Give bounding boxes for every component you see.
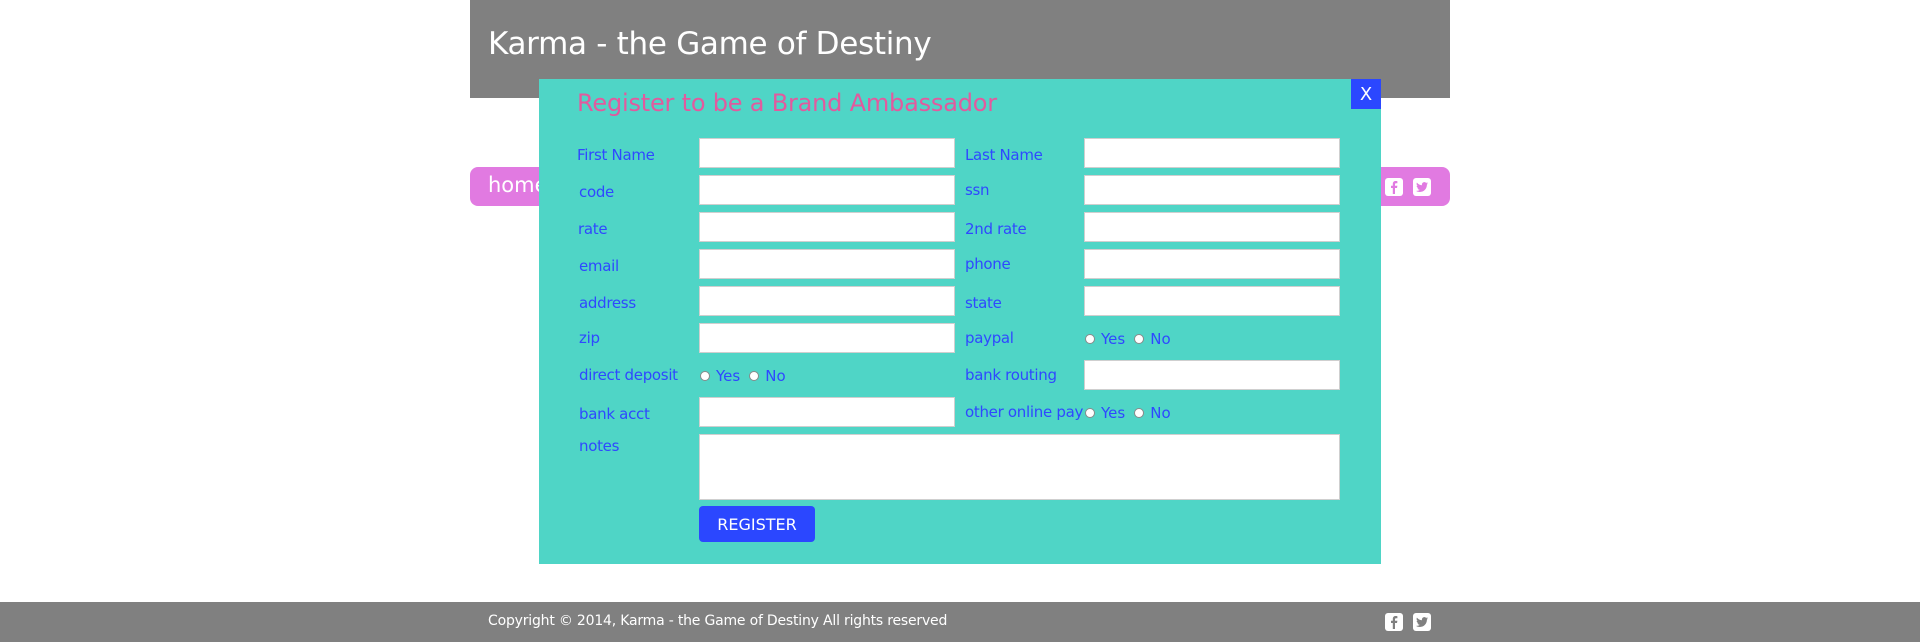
other-online-pay-no-label: No [1150,404,1171,422]
state-field[interactable] [1084,286,1340,316]
register-button[interactable]: REGISTER [699,506,815,542]
bank-routing-field[interactable] [1084,360,1340,390]
phone-field[interactable] [1084,249,1340,279]
direct-deposit-yes-label: Yes [716,367,741,385]
notes-field[interactable] [699,434,1340,500]
second-rate-field[interactable] [1084,212,1340,242]
zip-field[interactable] [699,323,955,353]
site-footer: Copyright © 2014, Karma - the Game of De… [0,602,1920,642]
paypal-no-label: No [1150,330,1171,348]
last-name-field[interactable] [1084,138,1340,168]
code-label: code [579,183,614,201]
twitter-icon[interactable] [1413,178,1431,196]
modal-title: Register to be a Brand Ambassador [577,89,997,117]
bank-acct-label: bank acct [579,405,650,423]
paypal-yes-label: Yes [1101,330,1126,348]
nav-social-links [1385,178,1431,196]
other-online-pay-no-radio[interactable] [1134,408,1145,418]
facebook-icon[interactable] [1385,613,1403,631]
state-label: state [965,294,1002,312]
address-label: address [579,294,636,312]
phone-label: phone [965,255,1011,273]
code-field[interactable] [699,175,955,205]
footer-social-links [1385,613,1431,631]
paypal-label: paypal [965,329,1014,347]
rate-label: rate [578,220,608,238]
facebook-icon[interactable] [1385,178,1403,196]
first-name-field[interactable] [699,138,955,168]
direct-deposit-no-radio[interactable] [749,371,760,381]
twitter-icon[interactable] [1413,613,1431,631]
other-online-pay-label: other online pay [965,403,1084,421]
first-name-label: First Name [577,146,655,164]
site-title: Karma - the Game of Destiny [488,26,932,62]
notes-label: notes [579,437,620,455]
direct-deposit-radio-group: Yes No [700,367,795,385]
register-modal: X Register to be a Brand Ambassador Firs… [539,79,1381,564]
address-field[interactable] [699,286,955,316]
bank-acct-field[interactable] [699,397,955,427]
email-label: email [579,257,619,275]
other-online-pay-radio-group: Yes No [1085,404,1180,422]
ssn-label: ssn [965,181,990,199]
zip-label: zip [579,329,600,347]
copyright-text: Copyright © 2014, Karma - the Game of De… [488,613,948,629]
direct-deposit-label: direct deposit [579,366,678,384]
ssn-field[interactable] [1084,175,1340,205]
email-field[interactable] [699,249,955,279]
paypal-radio-group: Yes No [1085,330,1180,348]
direct-deposit-no-label: No [765,367,786,385]
paypal-no-radio[interactable] [1134,334,1145,344]
second-rate-label: 2nd rate [965,220,1027,238]
bank-routing-label: bank routing [965,366,1057,384]
other-online-pay-yes-label: Yes [1101,404,1126,422]
paypal-yes-radio[interactable] [1085,334,1095,344]
close-button[interactable]: X [1351,79,1381,109]
last-name-label: Last Name [965,146,1043,164]
direct-deposit-yes-radio[interactable] [700,371,710,381]
rate-field[interactable] [699,212,955,242]
other-online-pay-yes-radio[interactable] [1085,408,1095,418]
